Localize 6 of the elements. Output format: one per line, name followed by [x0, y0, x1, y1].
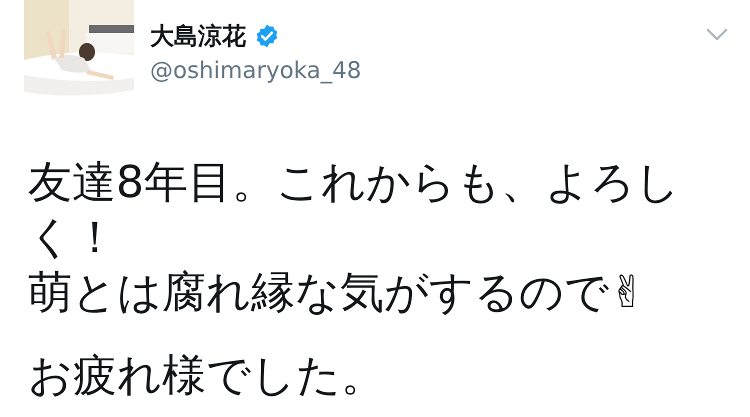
chevron-down-icon[interactable]: [706, 28, 728, 41]
author-handle: @oshimaryoka_48: [150, 58, 362, 84]
author-name: 大島涼花: [150, 21, 246, 52]
tweet-text: 萌とは腐れ縁な気がするので✌: [28, 266, 647, 320]
tweet-text: お疲れ様でした。: [28, 349, 386, 403]
tweet-text: 友達8年目。これからも、よろしく！: [28, 156, 681, 265]
